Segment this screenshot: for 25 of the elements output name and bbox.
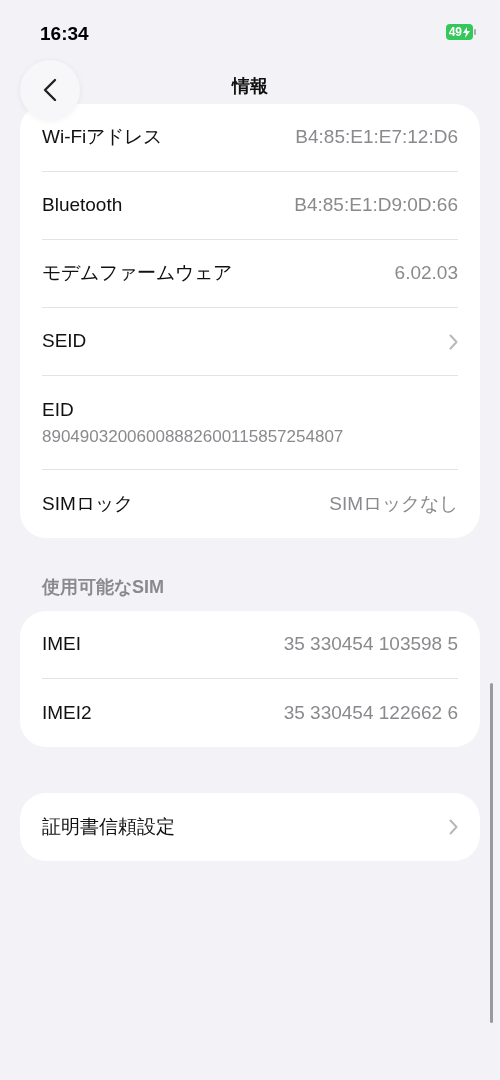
- row-label: IMEI: [42, 632, 82, 657]
- page-title: 情報: [232, 74, 268, 98]
- row-label: モデムファームウェア: [42, 261, 232, 286]
- status-time: 16:34: [40, 22, 89, 46]
- row-value: 89049032006008882600115857254807: [42, 426, 344, 448]
- row-label: Wi-Fiアドレス: [42, 125, 163, 150]
- row-value: 35 330454 122662 6: [283, 700, 458, 725]
- row-label: SEID: [42, 329, 87, 354]
- row-label: EID: [42, 397, 74, 422]
- settings-row[interactable]: SEID: [42, 308, 458, 376]
- row-value: SIMロックなし: [329, 491, 458, 516]
- row-label: IMEI2: [42, 700, 92, 725]
- back-icon: [43, 78, 57, 102]
- row-value: B4:85:E1:D9:0D:66: [294, 193, 458, 218]
- battery-indicator: 49: [445, 24, 473, 40]
- row-label: 証明書信頼設定: [42, 814, 175, 839]
- settings-row[interactable]: 証明書信頼設定: [42, 793, 458, 861]
- section-header: 使用可能なSIM: [40, 576, 165, 599]
- row-label: Bluetooth: [42, 193, 123, 218]
- chevron-icon: [449, 819, 458, 835]
- row-value: 35 330454 103598 5: [283, 632, 458, 657]
- row-label: SIMロック: [42, 491, 133, 516]
- row-value: B4:85:E1:E7:12:D6: [295, 125, 458, 150]
- chevron-icon: [449, 333, 458, 350]
- row-value: 6.02.03: [394, 261, 458, 286]
